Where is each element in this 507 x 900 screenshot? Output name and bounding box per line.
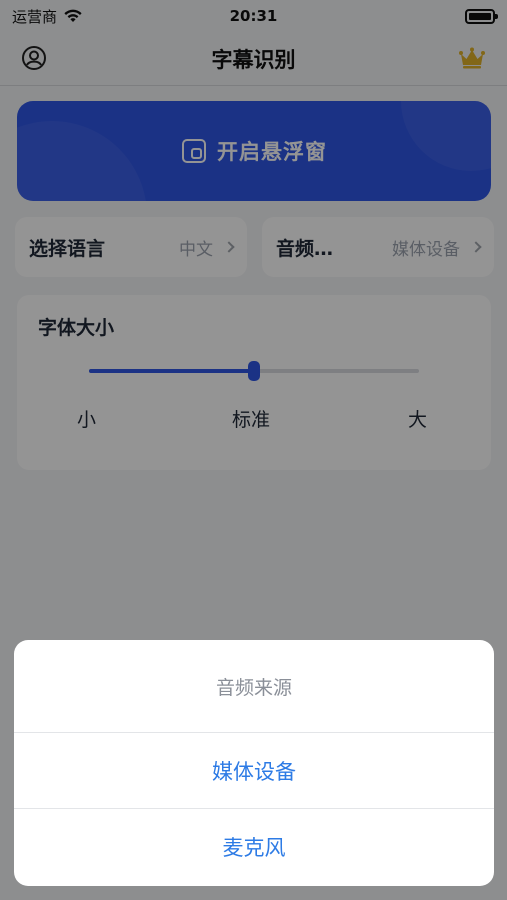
- action-sheet-option-microphone[interactable]: 麦克风: [14, 809, 494, 885]
- action-sheet-title: 音频来源: [14, 640, 494, 733]
- action-sheet-option-media[interactable]: 媒体设备: [14, 733, 494, 809]
- action-sheet: 音频来源 媒体设备 麦克风: [14, 640, 494, 886]
